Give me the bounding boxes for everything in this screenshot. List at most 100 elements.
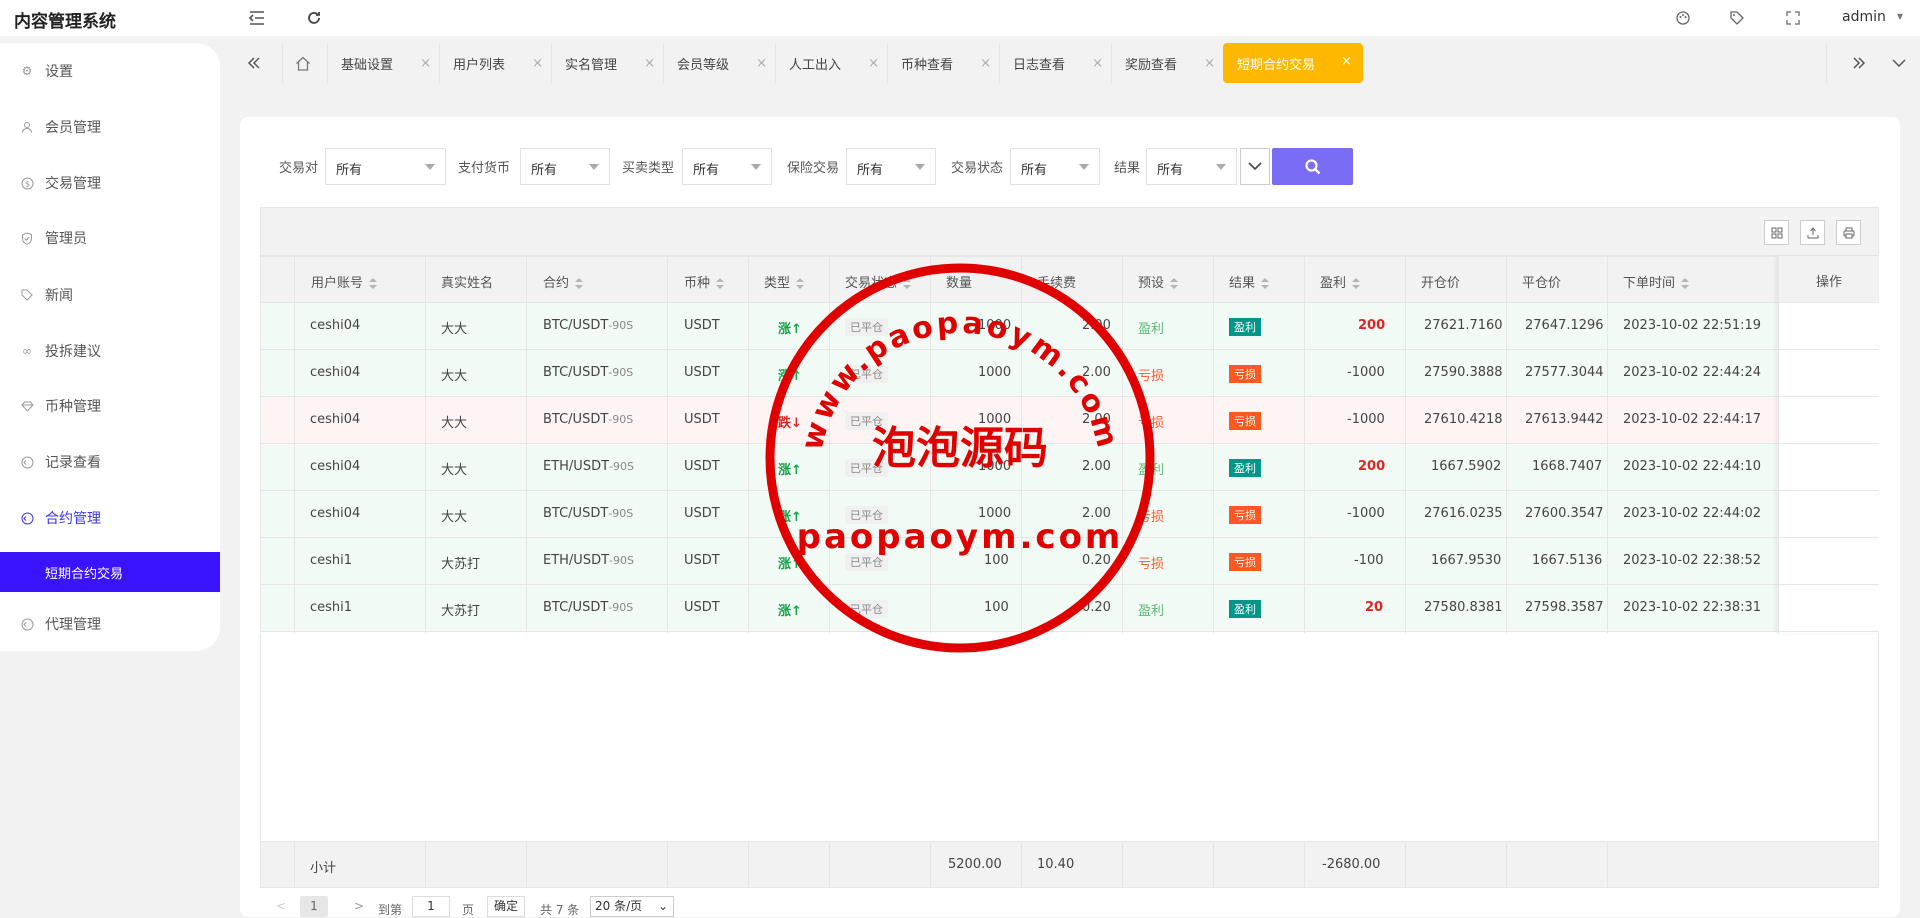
tab-user-list[interactable]: 用户列表 ×	[439, 43, 551, 83]
goto-confirm-button[interactable]: 确定	[487, 896, 525, 917]
close-icon[interactable]: ×	[868, 56, 879, 71]
search-button[interactable]	[1272, 148, 1353, 185]
sidebar-item-admins[interactable]: 管理员	[0, 218, 220, 258]
select-value: 所有	[1157, 163, 1184, 178]
expand-filters-button[interactable]	[1240, 148, 1270, 185]
tabs-scroll-left-icon[interactable]	[245, 54, 263, 72]
agent-icon	[20, 617, 34, 631]
sidebar-item-trading[interactable]: $ 交易管理	[0, 163, 220, 203]
close-icon[interactable]: ×	[756, 56, 767, 71]
column-header[interactable]: 币种	[684, 272, 725, 291]
sidebar-item-members[interactable]: 会员管理	[0, 107, 220, 147]
close-icon[interactable]: ×	[980, 56, 991, 71]
cell-preset: 亏损	[1138, 510, 1165, 525]
table-row[interactable]: ceshi04 大大 BTC/USDT-90S USDT 跌↓ 已平仓 1000…	[260, 397, 1879, 444]
filter-label: 支付货币	[458, 161, 511, 176]
next-page-icon[interactable]: >	[354, 899, 364, 913]
column-header[interactable]: 下单时间	[1623, 272, 1690, 291]
cell-contract: ETH/USDT-90S	[543, 459, 634, 474]
pagination: < 1 > 到第 1 页 确定 共 7 条 20 条/页 ⌄	[260, 896, 960, 917]
table-row[interactable]: ceshi1 大苏打 BTC/USDT-90S USDT 涨↑ 已平仓 100 …	[260, 585, 1879, 632]
sidebar-item-records[interactable]: 记录查看	[0, 442, 220, 482]
chevron-down-icon[interactable]	[1890, 54, 1908, 72]
tab-basic-settings[interactable]: 基础设置 ×	[327, 43, 439, 83]
tag-icon[interactable]	[1728, 9, 1746, 27]
menu-collapse-icon[interactable]	[248, 9, 266, 27]
cell-close-price: 27598.3587	[1525, 600, 1604, 615]
print-icon[interactable]	[1836, 220, 1861, 245]
tab-currency-view[interactable]: 币种查看 ×	[887, 43, 999, 83]
column-filter-icon[interactable]	[1764, 220, 1789, 245]
sidebar-item-label: 代理管理	[45, 617, 101, 633]
close-icon[interactable]: ×	[644, 56, 655, 71]
tab-log-view[interactable]: 日志查看 ×	[999, 43, 1111, 83]
select-value: 所有	[857, 163, 884, 178]
prev-page-icon[interactable]: <	[276, 899, 286, 913]
sidebar-item-contracts[interactable]: 合约管理	[0, 498, 220, 538]
sidebar-subitem-short-contract[interactable]: 短期合约交易	[0, 552, 220, 592]
cell-preset: 盈利	[1138, 322, 1165, 337]
tab-realname[interactable]: 实名管理 ×	[551, 43, 663, 83]
filter-trade-type-select[interactable]: 所有	[682, 148, 772, 185]
user-menu[interactable]: admin	[1842, 9, 1886, 25]
sidebar-item-currency[interactable]: 币种管理	[0, 386, 220, 426]
column-header[interactable]: 交易状态	[845, 272, 912, 291]
tab-member-levels[interactable]: 会员等级 ×	[663, 43, 775, 83]
sort-icon	[1261, 277, 1270, 290]
sidebar-item-agents[interactable]: 代理管理	[0, 604, 220, 644]
sidebar-item-feedback[interactable]: ∞ 投拆建议	[0, 331, 220, 371]
refresh-icon[interactable]	[305, 9, 323, 27]
cell-result: 亏损	[1229, 553, 1261, 571]
table-row[interactable]: ceshi04 大大 BTC/USDT-90S USDT 涨↑ 已平仓 1000…	[260, 491, 1879, 538]
tab-label: 奖励查看	[1125, 57, 1178, 73]
current-page[interactable]: 1	[300, 896, 328, 917]
column-header[interactable]: 盈利	[1320, 272, 1361, 291]
export-icon[interactable]	[1800, 220, 1825, 245]
sidebar-item-label: 记录查看	[45, 455, 101, 471]
column-header[interactable]: 结果	[1229, 272, 1270, 291]
cell-fee: 0.20	[1082, 600, 1111, 615]
goto-page-input[interactable]: 1	[412, 896, 450, 917]
sort-icon	[903, 277, 912, 290]
fullscreen-icon[interactable]	[1784, 9, 1802, 27]
column-header[interactable]: 预设	[1138, 272, 1179, 291]
filter-result-select[interactable]: 所有	[1146, 148, 1237, 185]
column-header[interactable]: 合约	[543, 272, 584, 291]
sort-icon	[1170, 277, 1179, 290]
cell-preset: 亏损	[1138, 416, 1165, 431]
close-icon[interactable]: ×	[420, 56, 431, 71]
sidebar-item-news[interactable]: 新闻	[0, 275, 220, 315]
tab-reward-view[interactable]: 奖励查看 ×	[1111, 43, 1223, 83]
close-icon[interactable]: ×	[1204, 56, 1215, 71]
theme-icon[interactable]	[1674, 9, 1692, 27]
operations-column: 操作	[1778, 256, 1879, 633]
per-page-select[interactable]: 20 条/页 ⌄	[590, 896, 674, 917]
cell-type: 涨↑	[778, 604, 802, 619]
select-value: 所有	[693, 163, 720, 178]
sidebar-item-settings[interactable]: ⚙ 设置	[0, 51, 220, 91]
cell-open-price: 27590.3888	[1424, 365, 1503, 380]
sort-icon	[1681, 277, 1690, 290]
subtotal-profit: -2680.00	[1322, 857, 1381, 872]
filter-pay-currency-select[interactable]: 所有	[520, 148, 610, 185]
tab-short-contract[interactable]: 短期合约交易 ×	[1223, 43, 1363, 83]
column-header[interactable]: 类型	[764, 272, 805, 291]
close-icon[interactable]: ×	[532, 56, 543, 71]
tab-manual-io[interactable]: 人工出入 ×	[775, 43, 887, 83]
filter-trading-pair-select[interactable]: 所有	[325, 148, 446, 185]
table-row[interactable]: ceshi04 大大 BTC/USDT-90S USDT 涨↑ 已平仓 1000…	[260, 350, 1879, 397]
filter-trade-status-select[interactable]: 所有	[1010, 148, 1100, 185]
tabs-scroll-right-icon[interactable]	[1850, 54, 1868, 72]
subtotal-fee: 10.40	[1037, 857, 1075, 872]
table-row[interactable]: ceshi1 大苏打 ETH/USDT-90S USDT 涨↑ 已平仓 100 …	[260, 538, 1879, 585]
total-count: 共 7 条	[540, 903, 580, 917]
filter-insurance-select[interactable]: 所有	[846, 148, 936, 185]
column-header[interactable]: 用户账号	[311, 272, 378, 291]
table-row[interactable]: ceshi04 大大 ETH/USDT-90S USDT 涨↑ 已平仓 1000…	[260, 444, 1879, 491]
chevron-down-icon[interactable]: ▾	[1897, 9, 1903, 23]
home-icon[interactable]	[294, 54, 312, 72]
contract-icon	[20, 511, 34, 525]
table-row[interactable]: ceshi04 大大 BTC/USDT-90S USDT 涨↑ 已平仓 1000…	[260, 303, 1879, 350]
close-icon[interactable]: ×	[1341, 54, 1352, 69]
close-icon[interactable]: ×	[1092, 56, 1103, 71]
